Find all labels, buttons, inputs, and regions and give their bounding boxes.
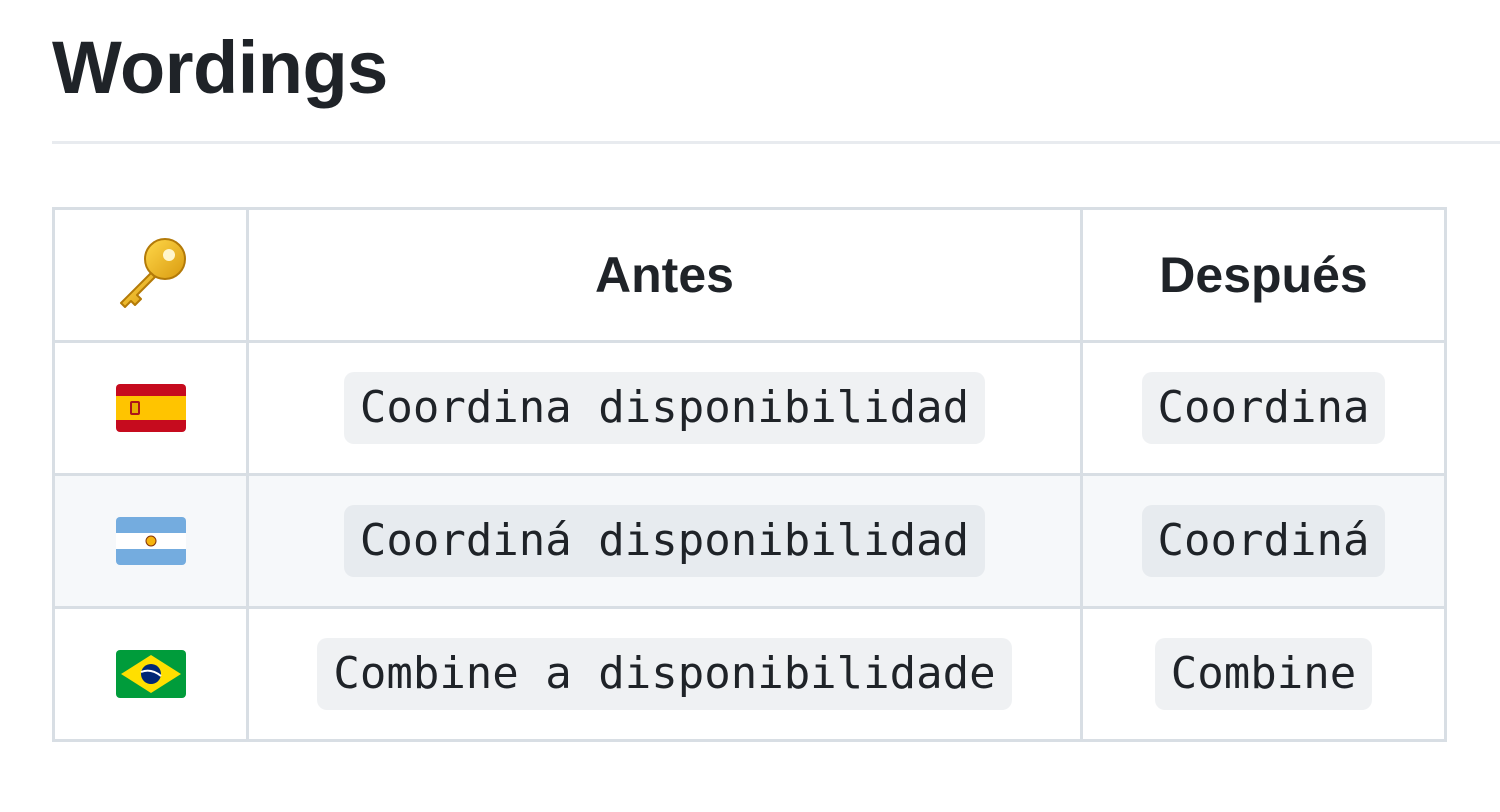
page-title: Wordings bbox=[52, 26, 388, 109]
table-header-row: Antes Después bbox=[52, 207, 1447, 343]
after-code: Coordiná bbox=[1141, 505, 1386, 577]
after-cell: Combine bbox=[1080, 606, 1447, 742]
after-cell: Coordiná bbox=[1080, 473, 1447, 609]
flag-cell bbox=[52, 340, 249, 476]
header-after: Después bbox=[1080, 207, 1447, 343]
after-code: Combine bbox=[1154, 638, 1373, 710]
brazil-flag-icon bbox=[55, 650, 246, 698]
flag-cell bbox=[52, 473, 249, 609]
table-row: Combine a disponibilidade Combine bbox=[52, 606, 1447, 742]
after-cell: Coordina bbox=[1080, 340, 1447, 476]
wordings-table: Antes Después Coordina disponibilidad Co… bbox=[52, 207, 1447, 742]
before-code: Coordina disponibilidad bbox=[343, 372, 986, 444]
key-icon bbox=[55, 235, 246, 315]
table-row: Coordina disponibilidad Coordina bbox=[52, 340, 1447, 476]
after-code: Coordina bbox=[1141, 372, 1386, 444]
header-before: Antes bbox=[246, 207, 1083, 343]
before-cell: Combine a disponibilidade bbox=[246, 606, 1083, 742]
spain-flag-icon bbox=[55, 384, 246, 432]
before-code: Combine a disponibilidade bbox=[317, 638, 1012, 710]
argentina-flag-icon bbox=[55, 517, 246, 565]
table-row: Coordiná disponibilidad Coordiná bbox=[52, 473, 1447, 609]
flag-cell bbox=[52, 606, 249, 742]
before-cell: Coordiná disponibilidad bbox=[246, 473, 1083, 609]
before-cell: Coordina disponibilidad bbox=[246, 340, 1083, 476]
header-icon-cell bbox=[52, 207, 249, 343]
heading-divider bbox=[52, 141, 1500, 144]
before-code: Coordiná disponibilidad bbox=[343, 505, 986, 577]
